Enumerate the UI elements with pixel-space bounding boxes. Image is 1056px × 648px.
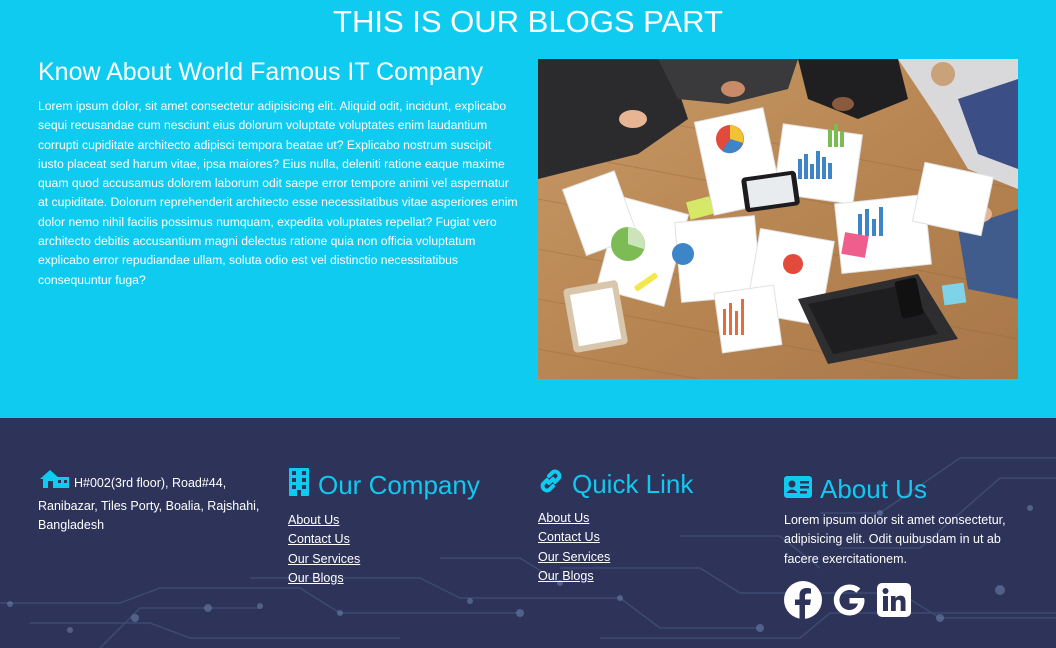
- facebook-icon[interactable]: [784, 580, 822, 624]
- company-link-about[interactable]: About Us: [288, 513, 339, 527]
- blog-photo-image: [538, 59, 1018, 379]
- company-heading-label: Our Company: [318, 470, 480, 500]
- blogs-section: THIS IS OUR BLOGS PART Know About World …: [0, 0, 1056, 418]
- id-card-icon: [784, 474, 812, 505]
- site-footer: H#002(3rd floor), Road#44, Ranibazar, Ti…: [0, 418, 1056, 648]
- footer-about-column: About Us Lorem ipsum dolor sit amet cons…: [784, 474, 1034, 624]
- linkedin-icon[interactable]: [876, 582, 912, 623]
- home-icon: [38, 468, 70, 497]
- company-link-blogs[interactable]: Our Blogs: [288, 571, 344, 585]
- blogs-heading: THIS IS OUR BLOGS PART: [333, 4, 723, 39]
- building-icon: [288, 468, 310, 503]
- quick-link-services[interactable]: Our Services: [538, 550, 610, 564]
- footer-company-column: Our Company About Us Contact Us Our Serv…: [288, 468, 480, 588]
- social-links: [784, 580, 1034, 624]
- company-heading: Our Company: [288, 468, 480, 503]
- blog-title: Know About World Famous IT Company: [38, 58, 484, 86]
- quick-link-heading-label: Quick Link: [572, 469, 694, 499]
- company-link-contact[interactable]: Contact Us: [288, 532, 350, 546]
- about-heading: About Us: [784, 474, 1034, 505]
- about-heading-label: About Us: [820, 474, 927, 504]
- quick-link-blogs[interactable]: Our Blogs: [538, 569, 594, 583]
- link-icon: [538, 468, 564, 501]
- company-link-services[interactable]: Our Services: [288, 552, 360, 566]
- address-text: H#002(3rd floor), Road#44, Ranibazar, Ti…: [38, 476, 260, 532]
- footer-address: H#002(3rd floor), Road#44, Ranibazar, Ti…: [38, 468, 273, 536]
- quick-links: About Us Contact Us Our Services Our Blo…: [538, 509, 693, 586]
- footer-quick-link-column: Quick Link About Us Contact Us Our Servi…: [538, 468, 693, 586]
- google-icon[interactable]: [830, 581, 868, 624]
- about-text: Lorem ipsum dolor sit amet consectetur, …: [784, 513, 1006, 566]
- blog-body-text: Lorem ipsum dolor, sit amet consectetur …: [38, 99, 518, 287]
- quick-link-contact[interactable]: Contact Us: [538, 530, 600, 544]
- company-links: About Us Contact Us Our Services Our Blo…: [288, 511, 480, 588]
- quick-link-heading: Quick Link: [538, 468, 693, 501]
- quick-link-about[interactable]: About Us: [538, 511, 589, 525]
